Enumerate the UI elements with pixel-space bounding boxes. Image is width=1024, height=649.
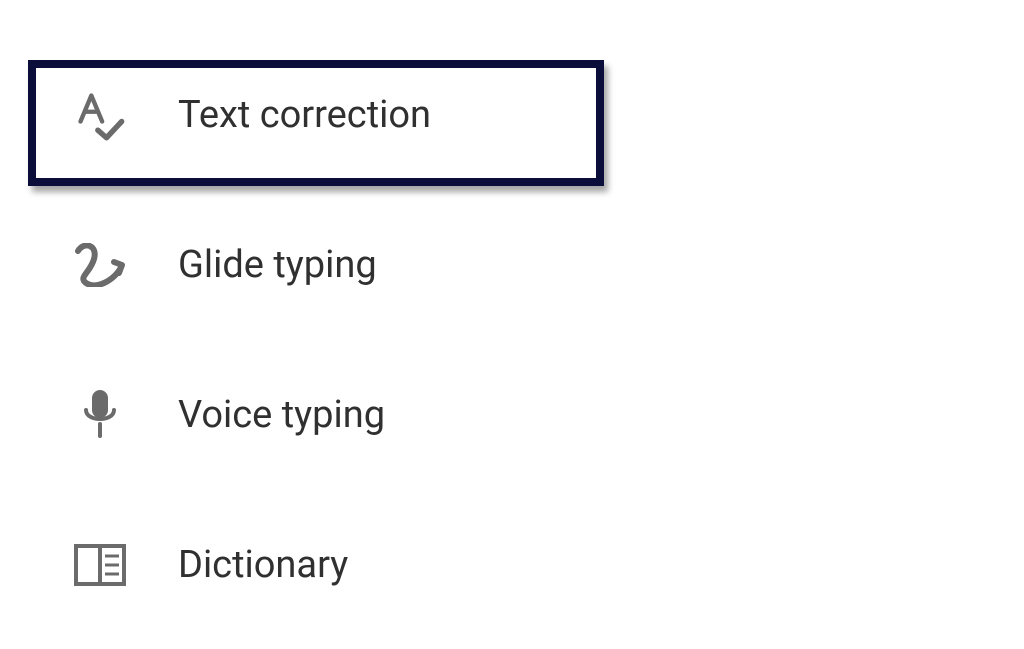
menu-item-label: Voice typing xyxy=(178,393,385,437)
menu-item-label: Text correction xyxy=(178,93,431,137)
settings-list: Text correction Glide typing Voice typin… xyxy=(0,0,1024,630)
menu-item-voice-typing[interactable]: Voice typing xyxy=(0,350,600,480)
dictionary-icon xyxy=(70,535,130,595)
voice-typing-icon xyxy=(70,385,130,445)
menu-item-dictionary[interactable]: Dictionary xyxy=(0,500,600,630)
menu-item-label: Dictionary xyxy=(178,543,348,587)
menu-item-label: Glide typing xyxy=(178,243,377,287)
menu-item-text-correction[interactable]: Text correction xyxy=(0,50,600,180)
glide-typing-icon xyxy=(70,235,130,295)
text-correction-icon xyxy=(70,85,130,145)
menu-item-glide-typing[interactable]: Glide typing xyxy=(0,200,600,330)
